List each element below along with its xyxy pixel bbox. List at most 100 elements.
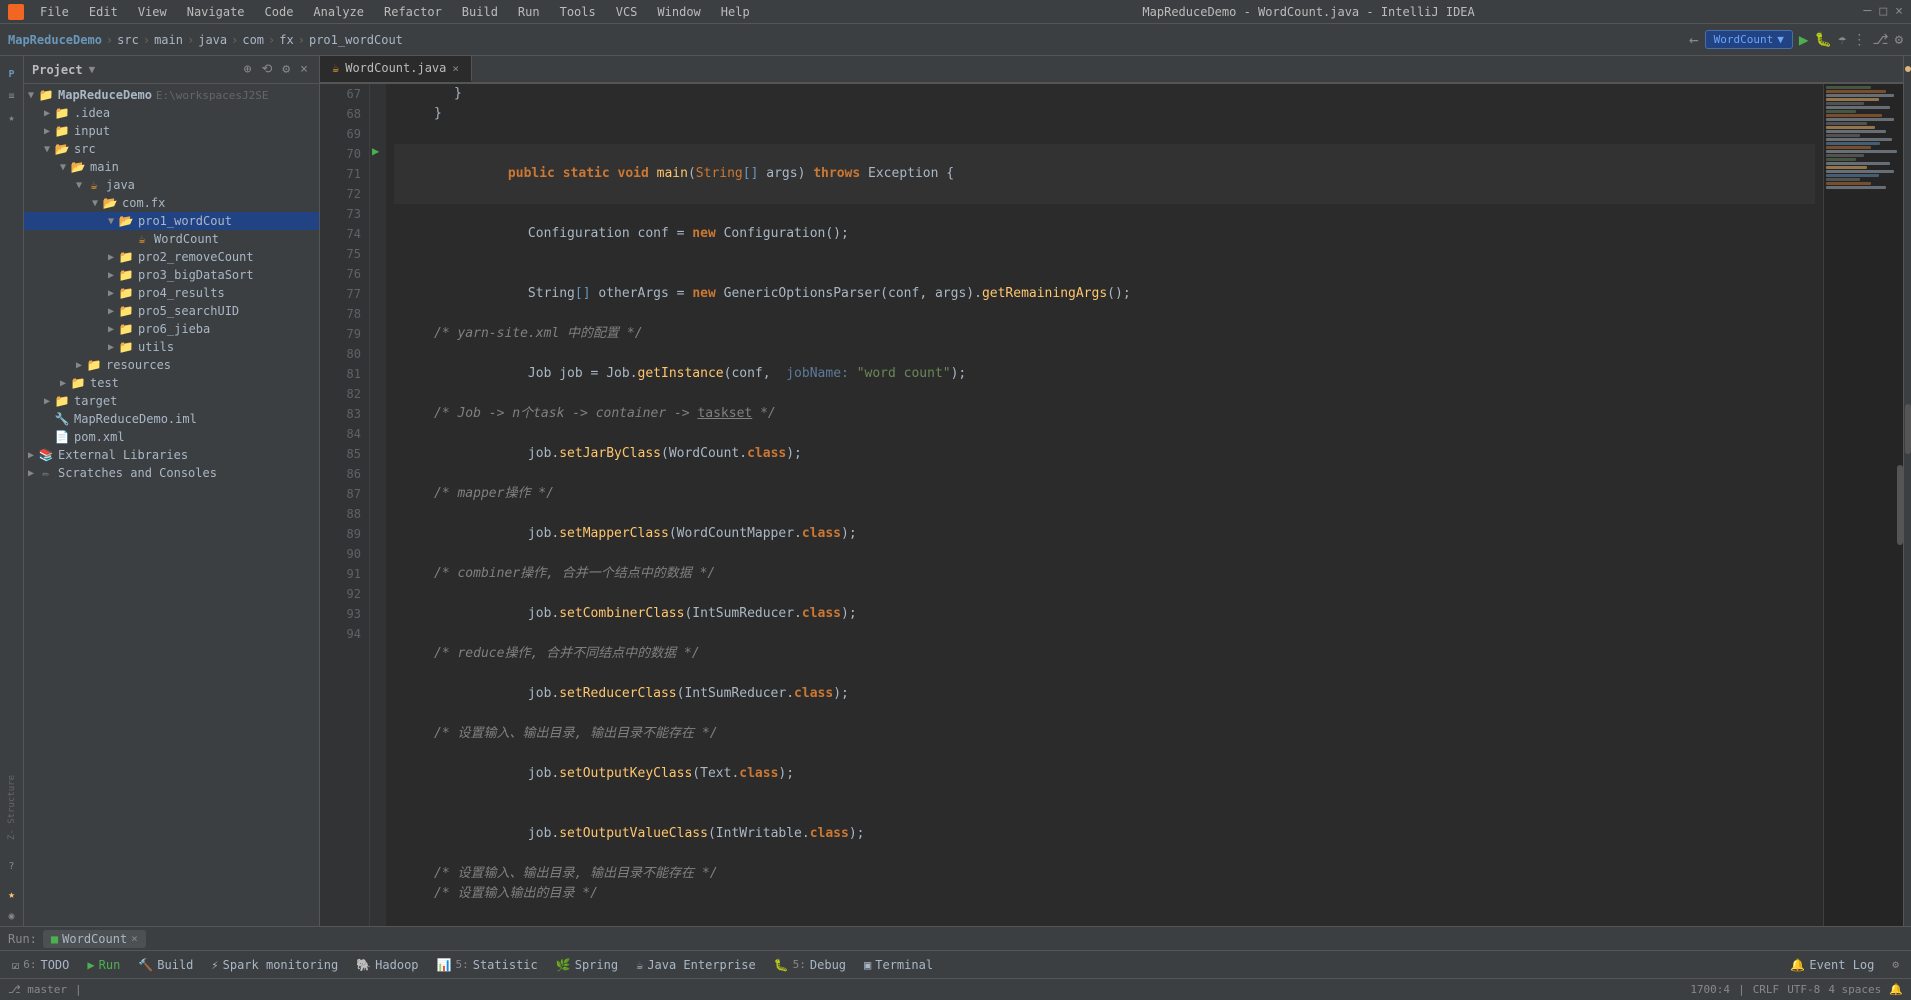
statistic-tab[interactable]: 📊 5: Statistic: [429, 956, 546, 974]
java-enterprise-tab[interactable]: ☕ Java Enterprise: [628, 956, 764, 974]
terminal-tab[interactable]: ▣ Terminal: [856, 956, 941, 974]
favorites-btn[interactable]: ★: [2, 884, 22, 904]
hadoop-label: Hadoop: [375, 958, 418, 972]
src-icon: 📂: [54, 141, 70, 157]
tree-item-resources[interactable]: ▶ 📁 resources: [24, 356, 319, 374]
code-line-76: job.setJarByClass(WordCount.class);: [394, 424, 1815, 484]
tree-item-comfx[interactable]: ▼ 📂 com.fx: [24, 194, 319, 212]
tree-item-root[interactable]: ▼ 📁 MapReduceDemo E:\workspacesJ2SE: [24, 86, 319, 104]
vcs-status[interactable]: ⎇ master: [8, 983, 67, 996]
learn-btn[interactable]: ?: [2, 856, 22, 876]
breadcrumb-com[interactable]: com: [242, 33, 264, 47]
spring-tab[interactable]: 🌿 Spring: [548, 956, 626, 974]
menu-tools[interactable]: Tools: [556, 3, 600, 21]
run-config-btn[interactable]: WordCount ▼: [1705, 30, 1793, 49]
tree-item-target[interactable]: ▶ 📁 target: [24, 392, 319, 410]
breadcrumb-java[interactable]: java: [198, 33, 227, 47]
todo-tab[interactable]: ☑ 6: TODO: [4, 956, 77, 974]
tree-item-input[interactable]: ▶ 📁 input: [24, 122, 319, 140]
notifications-btn[interactable]: 🔔: [1889, 983, 1903, 996]
panel-action-close[interactable]: ×: [297, 61, 311, 78]
run-tab-close[interactable]: ×: [131, 932, 138, 945]
terminal-icon: ▣: [864, 958, 871, 972]
tree-item-pro2[interactable]: ▶ 📁 pro2_removeCount: [24, 248, 319, 266]
hadoop-tab[interactable]: 🐘 Hadoop: [348, 956, 426, 974]
menu-vcs[interactable]: VCS: [612, 3, 642, 21]
tree-label-pro1: pro1_wordCout: [138, 214, 232, 228]
breadcrumb-src[interactable]: src: [117, 33, 139, 47]
menu-code[interactable]: Code: [261, 3, 298, 21]
breadcrumb-pro1[interactable]: pro1_wordCout: [309, 33, 403, 47]
menu-run[interactable]: Run: [514, 3, 544, 21]
project-tool-btn[interactable]: P: [2, 64, 22, 84]
tree-item-wordcount[interactable]: ▶ ☕ WordCount: [24, 230, 319, 248]
back-btn[interactable]: ←: [1689, 30, 1699, 49]
web-btn[interactable]: ◉: [2, 906, 22, 926]
more-run-btn[interactable]: ⋮: [1852, 32, 1866, 48]
breadcrumb-main[interactable]: main: [154, 33, 183, 47]
status-charset[interactable]: UTF-8: [1787, 983, 1820, 996]
bottom-settings-btn[interactable]: ⚙: [1884, 958, 1907, 971]
tree-item-pom[interactable]: ▶ 📄 pom.xml: [24, 428, 319, 446]
run-tool-tab[interactable]: ▶ Run: [79, 956, 128, 974]
menu-refactor[interactable]: Refactor: [380, 3, 446, 21]
tree-item-java[interactable]: ▼ ☕ java: [24, 176, 319, 194]
settings-btn[interactable]: ⚙: [1895, 32, 1903, 48]
breadcrumb-project[interactable]: MapReduceDemo: [8, 33, 102, 47]
bookmark-btn[interactable]: ★: [2, 108, 22, 128]
breadcrumb-fx[interactable]: fx: [279, 33, 293, 47]
tree-item-src[interactable]: ▼ 📂 src: [24, 140, 319, 158]
menu-analyze[interactable]: Analyze: [309, 3, 368, 21]
event-log-tab[interactable]: 🔔 Event Log: [1782, 956, 1882, 974]
git-btn[interactable]: ⎇: [1872, 32, 1888, 48]
status-indent[interactable]: 4 spaces: [1828, 983, 1881, 996]
coverage-button[interactable]: ☂: [1838, 32, 1846, 48]
panel-action-sync[interactable]: ⟲: [258, 61, 275, 78]
tree-item-test[interactable]: ▶ 📁 test: [24, 374, 319, 392]
build-tab[interactable]: 🔨 Build: [130, 956, 201, 974]
code-content[interactable]: } } public static void main(String[] arg…: [386, 84, 1823, 926]
panel-action-settings[interactable]: ⚙: [279, 61, 293, 78]
tree-item-idea[interactable]: ▶ 📁 .idea: [24, 104, 319, 122]
tree-item-scratches[interactable]: ▶ ✏ Scratches and Consoles: [24, 464, 319, 482]
close-btn[interactable]: ×: [1895, 4, 1903, 19]
folder-icon-comfx: 📂: [102, 195, 118, 211]
menu-help[interactable]: Help: [717, 3, 754, 21]
tree-item-pro1[interactable]: ▼ 📂 pro1_wordCout: [24, 212, 319, 230]
structure-btn[interactable]: ≡: [2, 86, 22, 106]
status-crlf[interactable]: CRLF: [1753, 983, 1780, 996]
tab-close-btn[interactable]: ×: [452, 62, 459, 75]
menu-window[interactable]: Window: [653, 3, 704, 21]
status-position[interactable]: 1700:4: [1690, 983, 1730, 996]
menu-edit[interactable]: Edit: [85, 3, 122, 21]
run-bar: Run: ■ WordCount ×: [0, 926, 1911, 950]
maximize-btn[interactable]: □: [1879, 4, 1887, 19]
panel-action-add[interactable]: ⊕: [241, 61, 255, 78]
tab-wordcount[interactable]: ☕ WordCount.java ×: [320, 56, 472, 82]
run-button[interactable]: ▶: [1799, 30, 1809, 49]
menu-view[interactable]: View: [134, 3, 171, 21]
tree-item-pro4[interactable]: ▶ 📁 pro4_results: [24, 284, 319, 302]
spark-tab[interactable]: ⚡ Spark monitoring: [203, 956, 346, 974]
menu-build[interactable]: Build: [458, 3, 502, 21]
editor-scrollbar[interactable]: [1905, 404, 1911, 454]
tree-item-extlibs[interactable]: ▶ 📚 External Libraries: [24, 446, 319, 464]
tree-label-pro3: pro3_bigDataSort: [138, 268, 254, 282]
minimize-btn[interactable]: ─: [1864, 4, 1872, 19]
run-tab-wordcount[interactable]: ■ WordCount ×: [43, 930, 146, 948]
tree-item-pro5[interactable]: ▶ 📁 pro5_searchUID: [24, 302, 319, 320]
status-bar: ⎇ master | 1700:4 | CRLF UTF-8 4 spaces …: [0, 978, 1911, 1000]
tree-item-iml[interactable]: ▶ 🔧 MapReduceDemo.iml: [24, 410, 319, 428]
tree-item-pro6[interactable]: ▶ 📁 pro6_jieba: [24, 320, 319, 338]
java-enterprise-icon: ☕: [636, 958, 643, 972]
right-strip: [1903, 56, 1911, 926]
tree-item-pro3[interactable]: ▶ 📁 pro3_bigDataSort: [24, 266, 319, 284]
debug-button[interactable]: 🐛: [1815, 32, 1832, 48]
debug-tab[interactable]: 🐛 5: Debug: [766, 956, 854, 974]
tree-item-main[interactable]: ▼ 📂 main: [24, 158, 319, 176]
panel-dropdown[interactable]: ▼: [89, 63, 96, 76]
menu-file[interactable]: File: [36, 3, 73, 21]
menu-navigate[interactable]: Navigate: [183, 3, 249, 21]
tree-item-utils[interactable]: ▶ 📁 utils: [24, 338, 319, 356]
tree-arrow-test: ▶: [56, 378, 70, 389]
